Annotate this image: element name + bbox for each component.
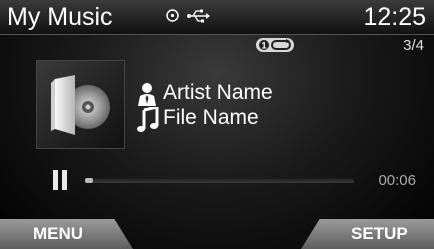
- pause-icon-bar: [53, 170, 58, 190]
- album-art: [36, 60, 125, 149]
- setup-button-label: SETUP: [351, 224, 408, 243]
- menu-button[interactable]: MENU: [0, 219, 133, 249]
- pause-button[interactable]: [52, 170, 68, 190]
- music-screen: My Music 12:25 1 3/4 Artist Name File Na…: [0, 0, 434, 249]
- track-count: 3/4: [403, 37, 424, 54]
- pause-icon-bar: [62, 170, 67, 190]
- header-bar: My Music 12:25: [0, 0, 434, 35]
- artist-name: Artist Name: [163, 81, 273, 104]
- file-name: File Name: [163, 106, 259, 129]
- folder-cd-icon: [51, 75, 110, 135]
- progress-fill: [85, 178, 94, 183]
- progress-bar[interactable]: [85, 178, 354, 183]
- usb-icon: [187, 9, 210, 23]
- artist-icon: [138, 83, 156, 106]
- setup-button[interactable]: SETUP: [301, 219, 434, 249]
- elapsed-time: 00:06: [378, 172, 416, 189]
- disc-icon: [166, 9, 179, 22]
- svg-text:1: 1: [261, 41, 266, 51]
- clock: 12:25: [363, 3, 426, 31]
- music-note-icon: [137, 107, 159, 132]
- menu-button-label: MENU: [33, 224, 84, 243]
- repeat-one-icon: 1: [256, 38, 294, 52]
- page-title: My Music: [7, 3, 113, 31]
